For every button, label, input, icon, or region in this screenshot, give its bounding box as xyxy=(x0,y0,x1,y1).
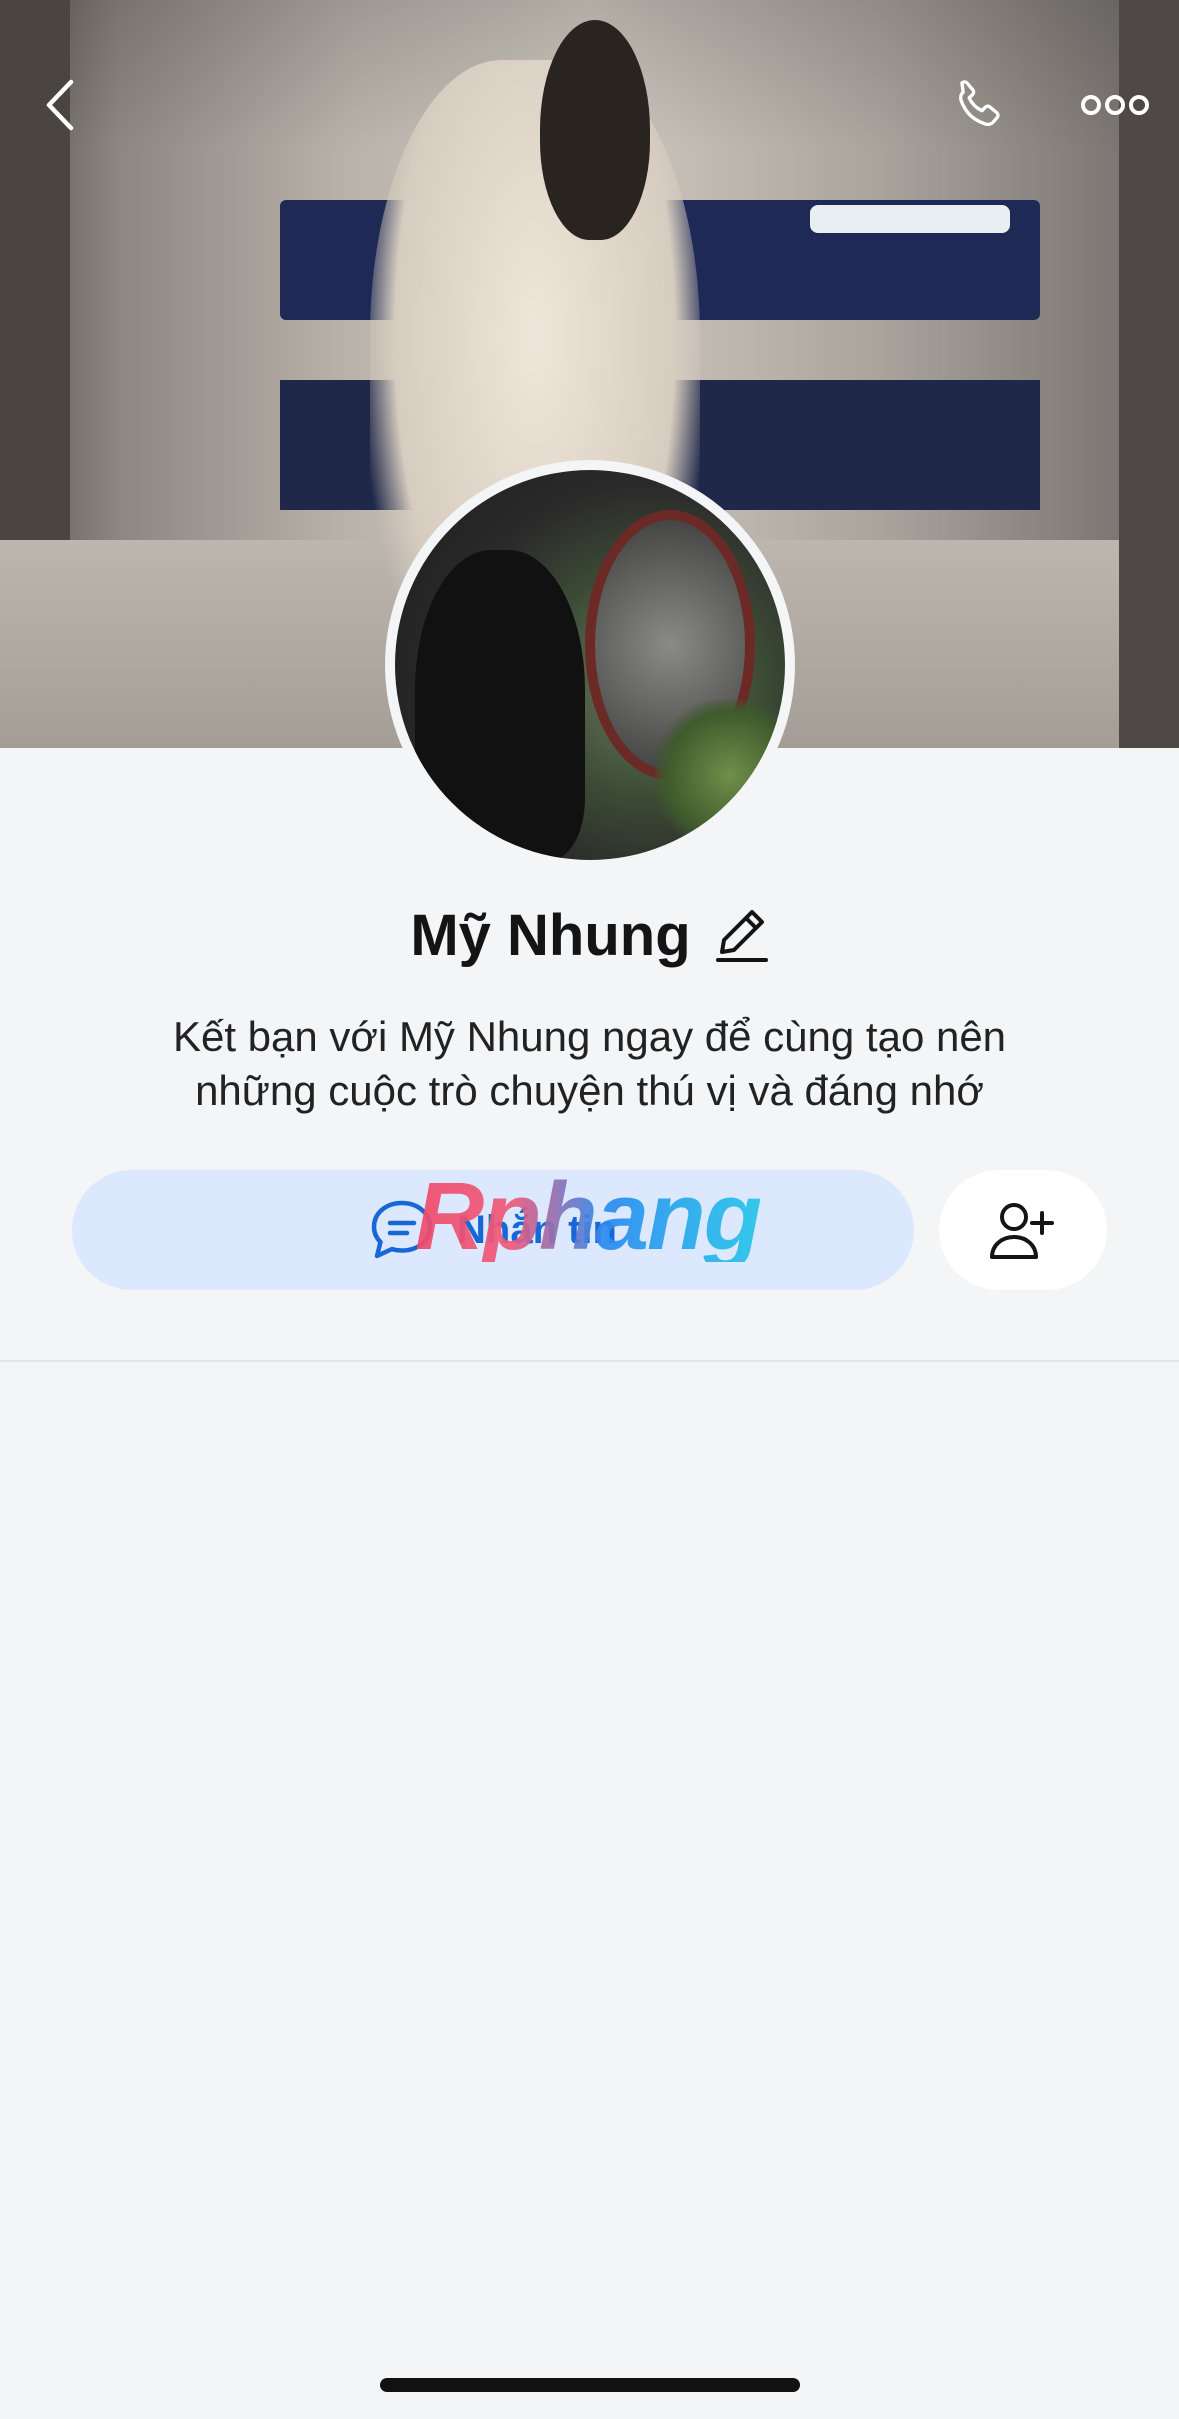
chat-bubble-icon xyxy=(371,1200,433,1259)
add-friend-button[interactable] xyxy=(939,1170,1107,1290)
chevron-left-icon xyxy=(46,79,74,131)
cover-sink xyxy=(810,205,1010,233)
message-button-label: Nhắn tin xyxy=(457,1207,617,1252)
profile-name-row: Mỹ Nhung xyxy=(0,895,1179,975)
more-button[interactable] xyxy=(1075,85,1155,125)
profile-description: Kết bạn với Mỹ Nhung ngay để cùng tạo nê… xyxy=(100,1010,1079,1118)
more-dots-icon xyxy=(1081,95,1149,115)
message-button[interactable]: Nhắn tin xyxy=(72,1170,914,1290)
avatar-photo xyxy=(395,470,785,860)
phone-icon xyxy=(959,80,1000,126)
avatar-plant xyxy=(655,700,785,850)
pencil-icon[interactable] xyxy=(713,907,769,963)
home-indicator[interactable] xyxy=(380,2378,800,2392)
back-button[interactable] xyxy=(30,70,90,140)
avatar-person xyxy=(415,550,585,860)
cover-hair xyxy=(540,20,650,240)
avatar[interactable] xyxy=(385,460,795,870)
description-line-2: những cuộc trò chuyện thú vị và đáng nhớ xyxy=(195,1067,984,1114)
profile-name: Mỹ Nhung xyxy=(410,902,691,968)
call-button[interactable] xyxy=(945,70,1015,140)
section-divider xyxy=(0,1360,1179,1362)
add-user-icon xyxy=(990,1203,1054,1259)
description-line-1: Kết bạn với Mỹ Nhung ngay để cùng tạo nê… xyxy=(172,1013,1007,1060)
